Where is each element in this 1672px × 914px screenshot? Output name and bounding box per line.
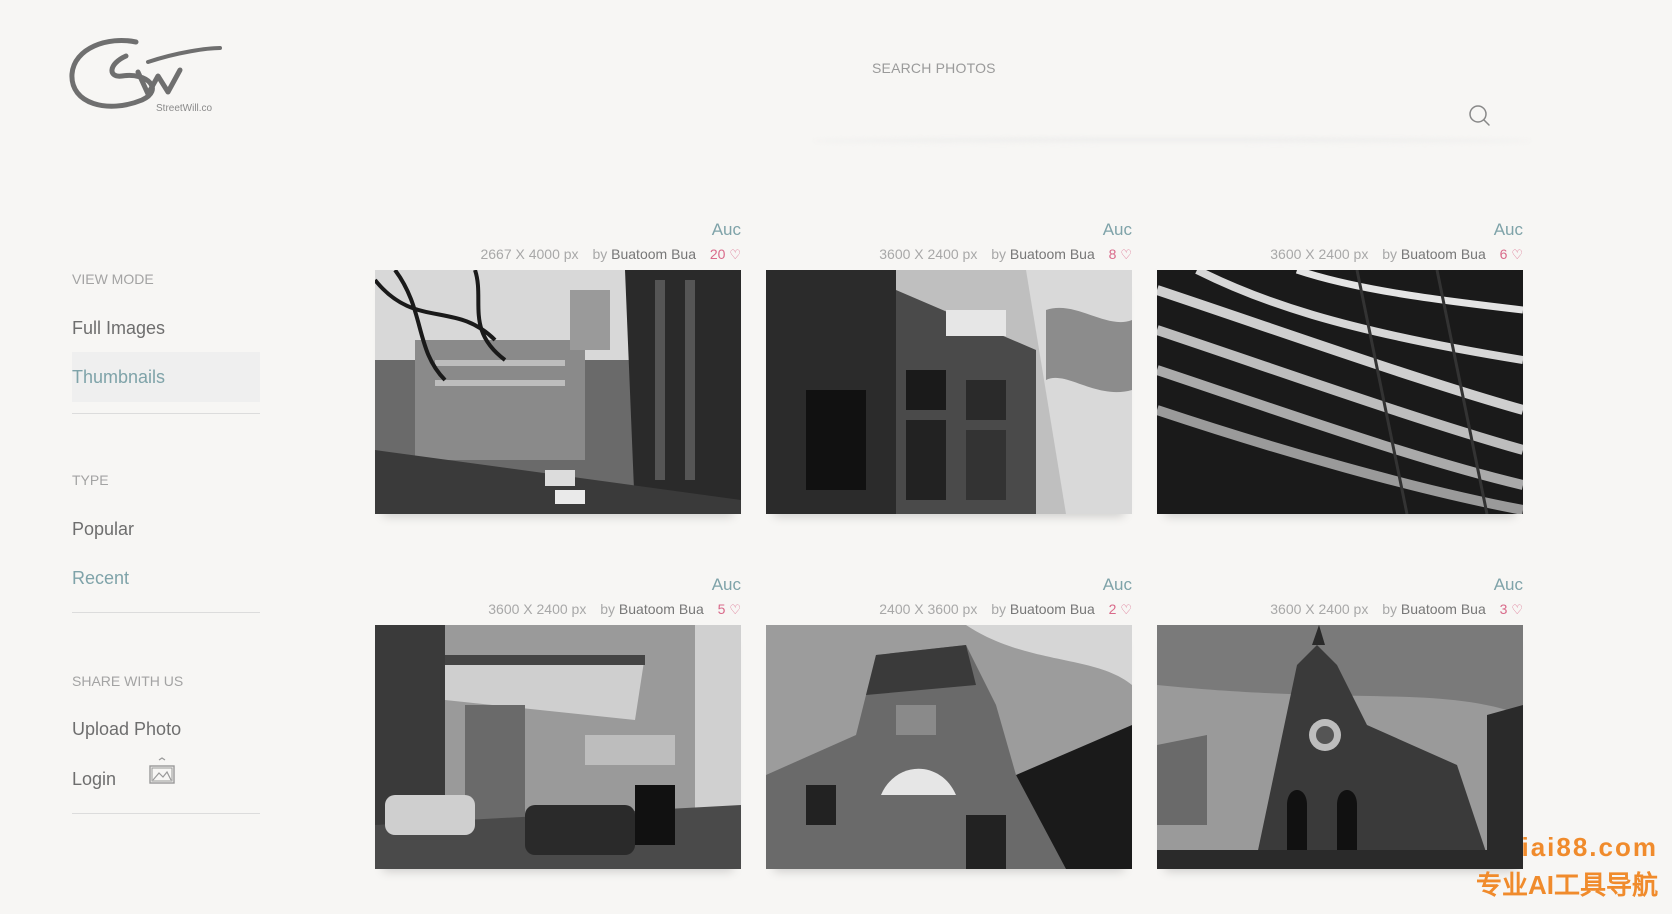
- heart-icon[interactable]: ♡: [729, 247, 741, 262]
- photo-meta: 3600 X 2400 px by Buatoom Bua 5 ♡: [488, 601, 741, 618]
- photo-location[interactable]: Auc: [1494, 220, 1523, 240]
- photo-author[interactable]: Buatoom Bua: [1010, 246, 1095, 262]
- photo-author[interactable]: Buatoom Bua: [1401, 601, 1486, 617]
- photo-thumbnail[interactable]: [1157, 270, 1523, 514]
- logo-text: StreetWill.co: [156, 103, 213, 114]
- heart-icon[interactable]: ♡: [1120, 602, 1132, 617]
- photo-author[interactable]: Buatoom Bua: [619, 601, 704, 617]
- divider: [72, 813, 260, 814]
- heart-icon[interactable]: ♡: [1120, 247, 1132, 262]
- photo-dimensions: 3600 X 2400 px: [488, 601, 587, 617]
- search-label[interactable]: SEARCH PHOTOS: [872, 60, 996, 76]
- heart-icon[interactable]: ♡: [729, 602, 741, 617]
- search-bar-shadow: [812, 138, 1532, 144]
- sidebar-item-full-images[interactable]: Full Images: [72, 303, 260, 353]
- photo-thumbnail[interactable]: [1157, 625, 1523, 869]
- heart-icon[interactable]: ♡: [1511, 602, 1523, 617]
- photo-location[interactable]: Auc: [1103, 575, 1132, 595]
- photo-by: by: [600, 601, 616, 617]
- photo-likes: 2: [1108, 601, 1117, 617]
- photo-author[interactable]: Buatoom Bua: [611, 246, 696, 262]
- photo-likes: 5: [717, 601, 726, 617]
- photo-location[interactable]: Auc: [712, 220, 741, 240]
- photo-dimensions: 3600 X 2400 px: [1270, 246, 1369, 262]
- photo-by: by: [991, 246, 1007, 262]
- photo-meta: 2667 X 4000 px by Buatoom Bua 20 ♡: [480, 246, 741, 263]
- sidebar-item-recent[interactable]: Recent: [72, 553, 260, 603]
- photo-thumbnail[interactable]: [375, 270, 741, 514]
- divider: [72, 413, 260, 414]
- photo-dimensions: 2400 X 3600 px: [879, 601, 978, 617]
- photo-location[interactable]: Auc: [712, 575, 741, 595]
- photo-by: by: [991, 601, 1007, 617]
- watermark-line1: iai88.com: [1521, 832, 1658, 862]
- image-upload-icon[interactable]: [148, 757, 176, 785]
- photo-dimensions: 2667 X 4000 px: [480, 246, 579, 262]
- photo-by: by: [592, 246, 608, 262]
- photo-meta: 2400 X 3600 px by Buatoom Bua 2 ♡: [879, 601, 1132, 618]
- sidebar-item-upload-photo[interactable]: Upload Photo: [72, 704, 260, 754]
- sidebar-item-thumbnails[interactable]: Thumbnails: [72, 352, 260, 402]
- share-label: SHARE WITH US: [72, 673, 184, 689]
- watermark-line2: 专业AI工具导航: [1475, 870, 1658, 900]
- search-icon[interactable]: [1468, 104, 1492, 128]
- photo-likes: 8: [1108, 246, 1117, 262]
- photo-meta: 3600 X 2400 px by Buatoom Bua 6 ♡: [1270, 246, 1523, 263]
- divider: [72, 612, 260, 613]
- heart-icon[interactable]: ♡: [1511, 247, 1523, 262]
- sidebar-item-popular[interactable]: Popular: [72, 504, 260, 554]
- photo-meta: 3600 X 2400 px by Buatoom Bua 3 ♡: [1270, 601, 1523, 618]
- photo-meta: 3600 X 2400 px by Buatoom Bua 8 ♡: [879, 246, 1132, 263]
- photo-likes: 20: [709, 246, 726, 262]
- photo-thumbnail[interactable]: [766, 625, 1132, 869]
- view-mode-label: VIEW MODE: [72, 271, 154, 287]
- photo-location[interactable]: Auc: [1103, 220, 1132, 240]
- photo-by: by: [1382, 246, 1398, 262]
- photo-by: by: [1382, 601, 1398, 617]
- photo-dimensions: 3600 X 2400 px: [1270, 601, 1369, 617]
- watermark: iai88.com 专业AI工具导航: [1476, 832, 1658, 902]
- photo-author[interactable]: Buatoom Bua: [1010, 601, 1095, 617]
- photo-likes: 3: [1499, 601, 1508, 617]
- photo-thumbnail[interactable]: [375, 625, 741, 869]
- photo-dimensions: 3600 X 2400 px: [879, 246, 978, 262]
- type-label: TYPE: [72, 472, 109, 488]
- photo-likes: 6: [1499, 246, 1508, 262]
- photo-thumbnail[interactable]: [766, 270, 1132, 514]
- photo-author[interactable]: Buatoom Bua: [1401, 246, 1486, 262]
- photo-location[interactable]: Auc: [1494, 575, 1523, 595]
